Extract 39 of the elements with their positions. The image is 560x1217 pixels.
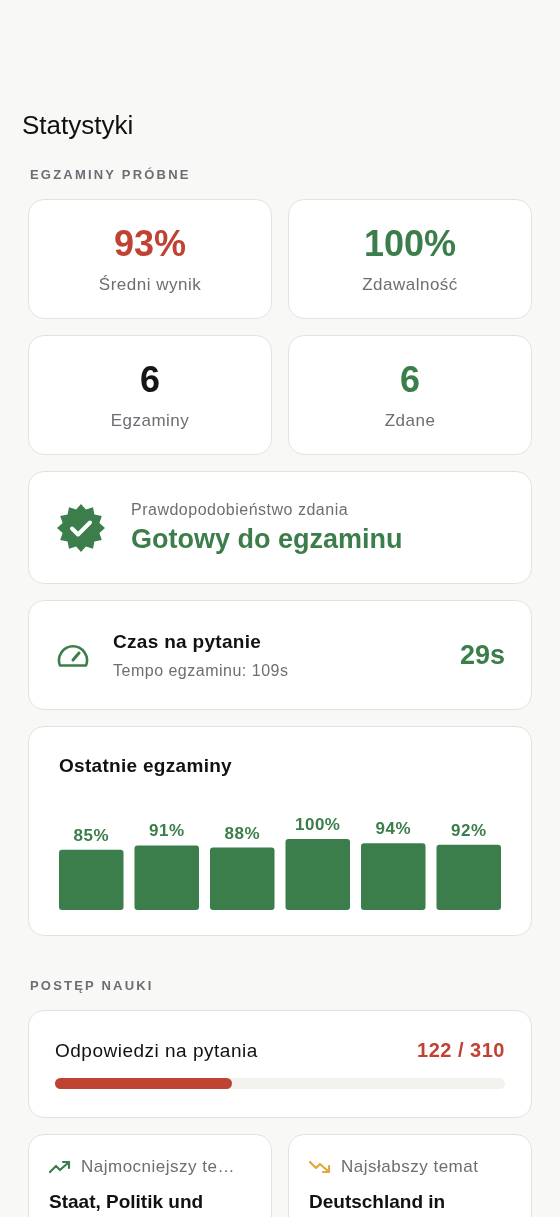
badge-check-icon xyxy=(57,503,105,552)
stat-label: Zdawalność xyxy=(362,275,458,295)
chart-bar xyxy=(285,839,350,910)
page-title: Statystyki xyxy=(22,110,134,141)
chart-bar xyxy=(210,847,275,910)
chart-bar xyxy=(436,844,501,910)
progress-count: 122 / 310 xyxy=(417,1039,505,1062)
stat-label: Egzaminy xyxy=(110,411,190,431)
section-label: POSTĘP NAUKI xyxy=(30,978,154,993)
chart-bar xyxy=(134,845,199,910)
bar-value-label: 94% xyxy=(375,819,411,839)
stat-value: 6 xyxy=(140,359,160,401)
trend-down-icon xyxy=(309,1160,331,1174)
stat-value: 93% xyxy=(113,223,187,265)
stat-label: Zdane xyxy=(384,411,436,431)
speedometer-icon xyxy=(57,642,89,668)
bar-value-label: 92% xyxy=(451,820,487,840)
bar-value-label: 100% xyxy=(295,815,341,834)
readiness-status: Gotowy do egzaminu xyxy=(131,523,403,555)
pace-subtitle: Tempo egzaminu: 109s xyxy=(113,661,289,680)
topic-name: Deutschland in xyxy=(309,1191,447,1213)
stat-value: 100% xyxy=(363,223,457,265)
stat-label: Średni wynik xyxy=(98,275,202,295)
chart-bar xyxy=(59,849,124,910)
bar-value-label: 88% xyxy=(224,823,260,843)
bar-value-label: 91% xyxy=(149,821,185,841)
progress-title: Odpowiedzi na pytania xyxy=(55,1039,258,1062)
topic-label: Najmocniejszy te… xyxy=(81,1157,235,1177)
readiness-label: Prawdopodobieństwo zdania xyxy=(131,500,349,519)
stat-value: 6 xyxy=(400,359,420,401)
section-label: EGZAMINY PRÓBNE xyxy=(30,167,191,182)
topic-label: Najsłabszy temat xyxy=(341,1157,479,1177)
bar-value-label: 85% xyxy=(73,825,109,845)
chart-title: Ostatnie egzaminy xyxy=(59,755,232,777)
pace-title: Czas na pytanie xyxy=(113,630,262,653)
chart-bar xyxy=(361,843,426,910)
topic-name: Staat, Politik und xyxy=(49,1191,205,1213)
trend-up-icon xyxy=(49,1160,71,1174)
pace-value: 29s xyxy=(459,639,505,671)
